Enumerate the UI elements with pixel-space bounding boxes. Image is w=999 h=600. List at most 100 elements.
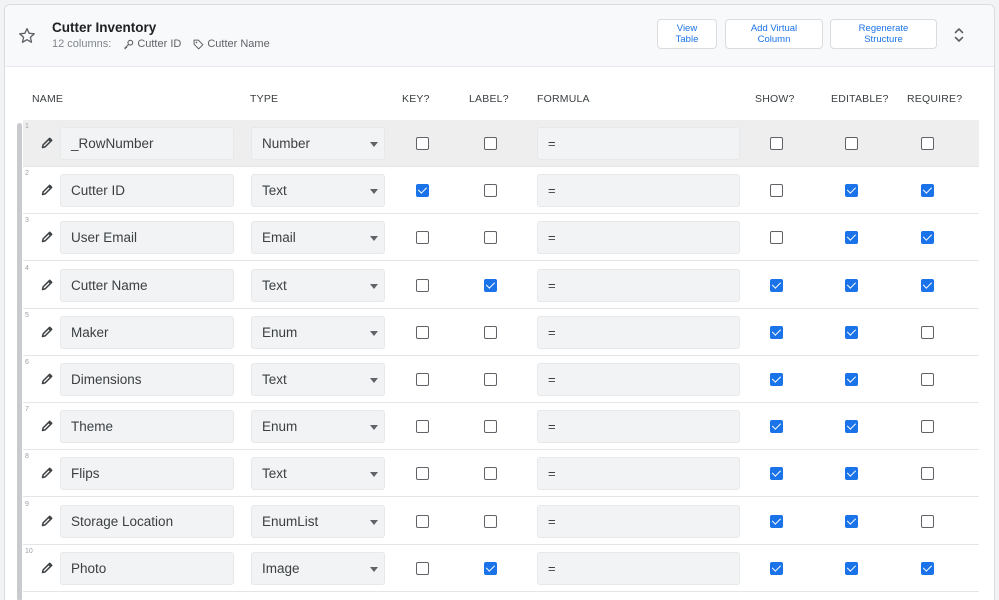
column-name-field[interactable]: Theme <box>60 410 234 444</box>
require-checkbox[interactable] <box>921 373 934 386</box>
show-checkbox[interactable] <box>770 278 783 292</box>
formula-field[interactable]: = <box>537 315 740 349</box>
show-checkbox[interactable] <box>770 514 783 528</box>
view-table-button[interactable]: View Table <box>657 19 717 49</box>
key-checkbox[interactable] <box>416 420 429 434</box>
formula-field[interactable]: = <box>537 504 740 538</box>
require-checkbox[interactable] <box>921 325 934 339</box>
label-checkbox[interactable] <box>484 420 497 434</box>
column-type-value: Text <box>262 277 287 293</box>
add-virtual-column-button[interactable]: Add Virtual Column <box>725 19 823 49</box>
edit-pencil-icon[interactable] <box>40 514 54 528</box>
label-checkbox[interactable] <box>484 278 497 292</box>
key-checkbox[interactable] <box>416 278 429 292</box>
editable-checkbox[interactable] <box>845 231 858 245</box>
edit-pencil-icon[interactable] <box>40 136 54 150</box>
column-name-field[interactable]: Maker <box>60 315 234 349</box>
show-checkbox[interactable] <box>770 467 783 481</box>
label-checkbox[interactable] <box>484 561 497 575</box>
column-name-field[interactable]: _RowNumber <box>60 127 234 160</box>
show-checkbox[interactable] <box>770 420 783 434</box>
key-checkbox[interactable] <box>416 373 429 386</box>
formula-field[interactable]: = <box>537 551 740 585</box>
editable-checkbox[interactable] <box>845 373 858 386</box>
show-checkbox[interactable] <box>770 373 783 386</box>
edit-pencil-icon[interactable] <box>40 372 54 386</box>
show-checkbox[interactable] <box>770 137 783 150</box>
key-checkbox[interactable] <box>416 137 429 150</box>
column-name-field[interactable]: User Email <box>60 221 234 255</box>
edit-pencil-icon[interactable] <box>40 419 54 433</box>
formula-field[interactable]: = <box>537 174 740 208</box>
formula-field[interactable]: = <box>537 363 740 396</box>
column-type-select[interactable]: Enum <box>251 410 385 444</box>
column-type-select[interactable]: Number <box>251 127 385 160</box>
column-name-field[interactable]: Cutter Name <box>60 268 234 302</box>
show-checkbox[interactable] <box>770 231 783 245</box>
column-name-field[interactable]: Flips <box>60 457 234 491</box>
label-checkbox[interactable] <box>484 514 497 528</box>
column-name-field[interactable]: Cutter ID <box>60 174 234 208</box>
column-type-select[interactable]: Enum <box>251 315 385 349</box>
column-type-select[interactable]: Text <box>251 457 385 491</box>
editable-checkbox[interactable] <box>845 420 858 434</box>
formula-field[interactable]: = <box>537 221 740 255</box>
edit-pencil-icon[interactable] <box>40 561 54 575</box>
column-type-select[interactable]: Email <box>251 221 385 255</box>
require-checkbox[interactable] <box>921 184 934 198</box>
require-checkbox[interactable] <box>921 278 934 292</box>
key-checkbox[interactable] <box>416 561 429 575</box>
require-checkbox[interactable] <box>921 561 934 575</box>
editable-checkbox[interactable] <box>845 561 858 575</box>
require-checkbox[interactable] <box>921 137 934 150</box>
regenerate-structure-button[interactable]: Regenerate Structure <box>830 19 937 49</box>
require-checkbox[interactable] <box>921 514 934 528</box>
require-checkbox[interactable] <box>921 467 934 481</box>
column-name-field[interactable]: Dimensions <box>60 363 234 396</box>
editable-checkbox[interactable] <box>845 514 858 528</box>
star-outline-icon[interactable] <box>17 26 37 46</box>
regenerate-label-1: Regenerate <box>858 23 909 34</box>
edit-pencil-icon[interactable] <box>40 325 54 339</box>
formula-field[interactable]: = <box>537 268 740 302</box>
column-type-select[interactable]: Text <box>251 363 385 396</box>
unfold-chevron-icon[interactable] <box>950 25 968 45</box>
require-checkbox[interactable] <box>921 420 934 434</box>
formula-field[interactable]: = <box>537 127 740 160</box>
column-type-select[interactable]: EnumList <box>251 504 385 538</box>
column-type-select[interactable]: Text <box>251 174 385 208</box>
label-checkbox[interactable] <box>484 467 497 481</box>
label-checkbox[interactable] <box>484 184 497 198</box>
key-checkbox[interactable] <box>416 467 429 481</box>
key-checkbox[interactable] <box>416 184 429 198</box>
row-number: 7 <box>25 406 29 414</box>
show-checkbox[interactable] <box>770 325 783 339</box>
formula-field[interactable]: = <box>537 410 740 444</box>
edit-pencil-icon[interactable] <box>40 183 54 197</box>
editable-checkbox[interactable] <box>845 137 858 150</box>
row-number: 5 <box>25 311 29 319</box>
vertical-scrollbar[interactable] <box>17 123 22 600</box>
require-checkbox[interactable] <box>921 231 934 245</box>
label-checkbox[interactable] <box>484 137 497 150</box>
edit-pencil-icon[interactable] <box>40 230 54 244</box>
column-type-select[interactable]: Text <box>251 268 385 302</box>
edit-pencil-icon[interactable] <box>40 278 54 292</box>
column-name-field[interactable]: Photo <box>60 551 234 585</box>
editable-checkbox[interactable] <box>845 325 858 339</box>
key-checkbox[interactable] <box>416 325 429 339</box>
column-type-select[interactable]: Image <box>251 551 385 585</box>
formula-field[interactable]: = <box>537 457 740 491</box>
show-checkbox[interactable] <box>770 561 783 575</box>
edit-pencil-icon[interactable] <box>40 466 54 480</box>
label-checkbox[interactable] <box>484 325 497 339</box>
key-checkbox[interactable] <box>416 231 429 245</box>
editable-checkbox[interactable] <box>845 467 858 481</box>
show-checkbox[interactable] <box>770 184 783 198</box>
label-checkbox[interactable] <box>484 373 497 386</box>
editable-checkbox[interactable] <box>845 184 858 198</box>
editable-checkbox[interactable] <box>845 278 858 292</box>
key-checkbox[interactable] <box>416 514 429 528</box>
column-name-field[interactable]: Storage Location <box>60 504 234 538</box>
label-checkbox[interactable] <box>484 231 497 245</box>
